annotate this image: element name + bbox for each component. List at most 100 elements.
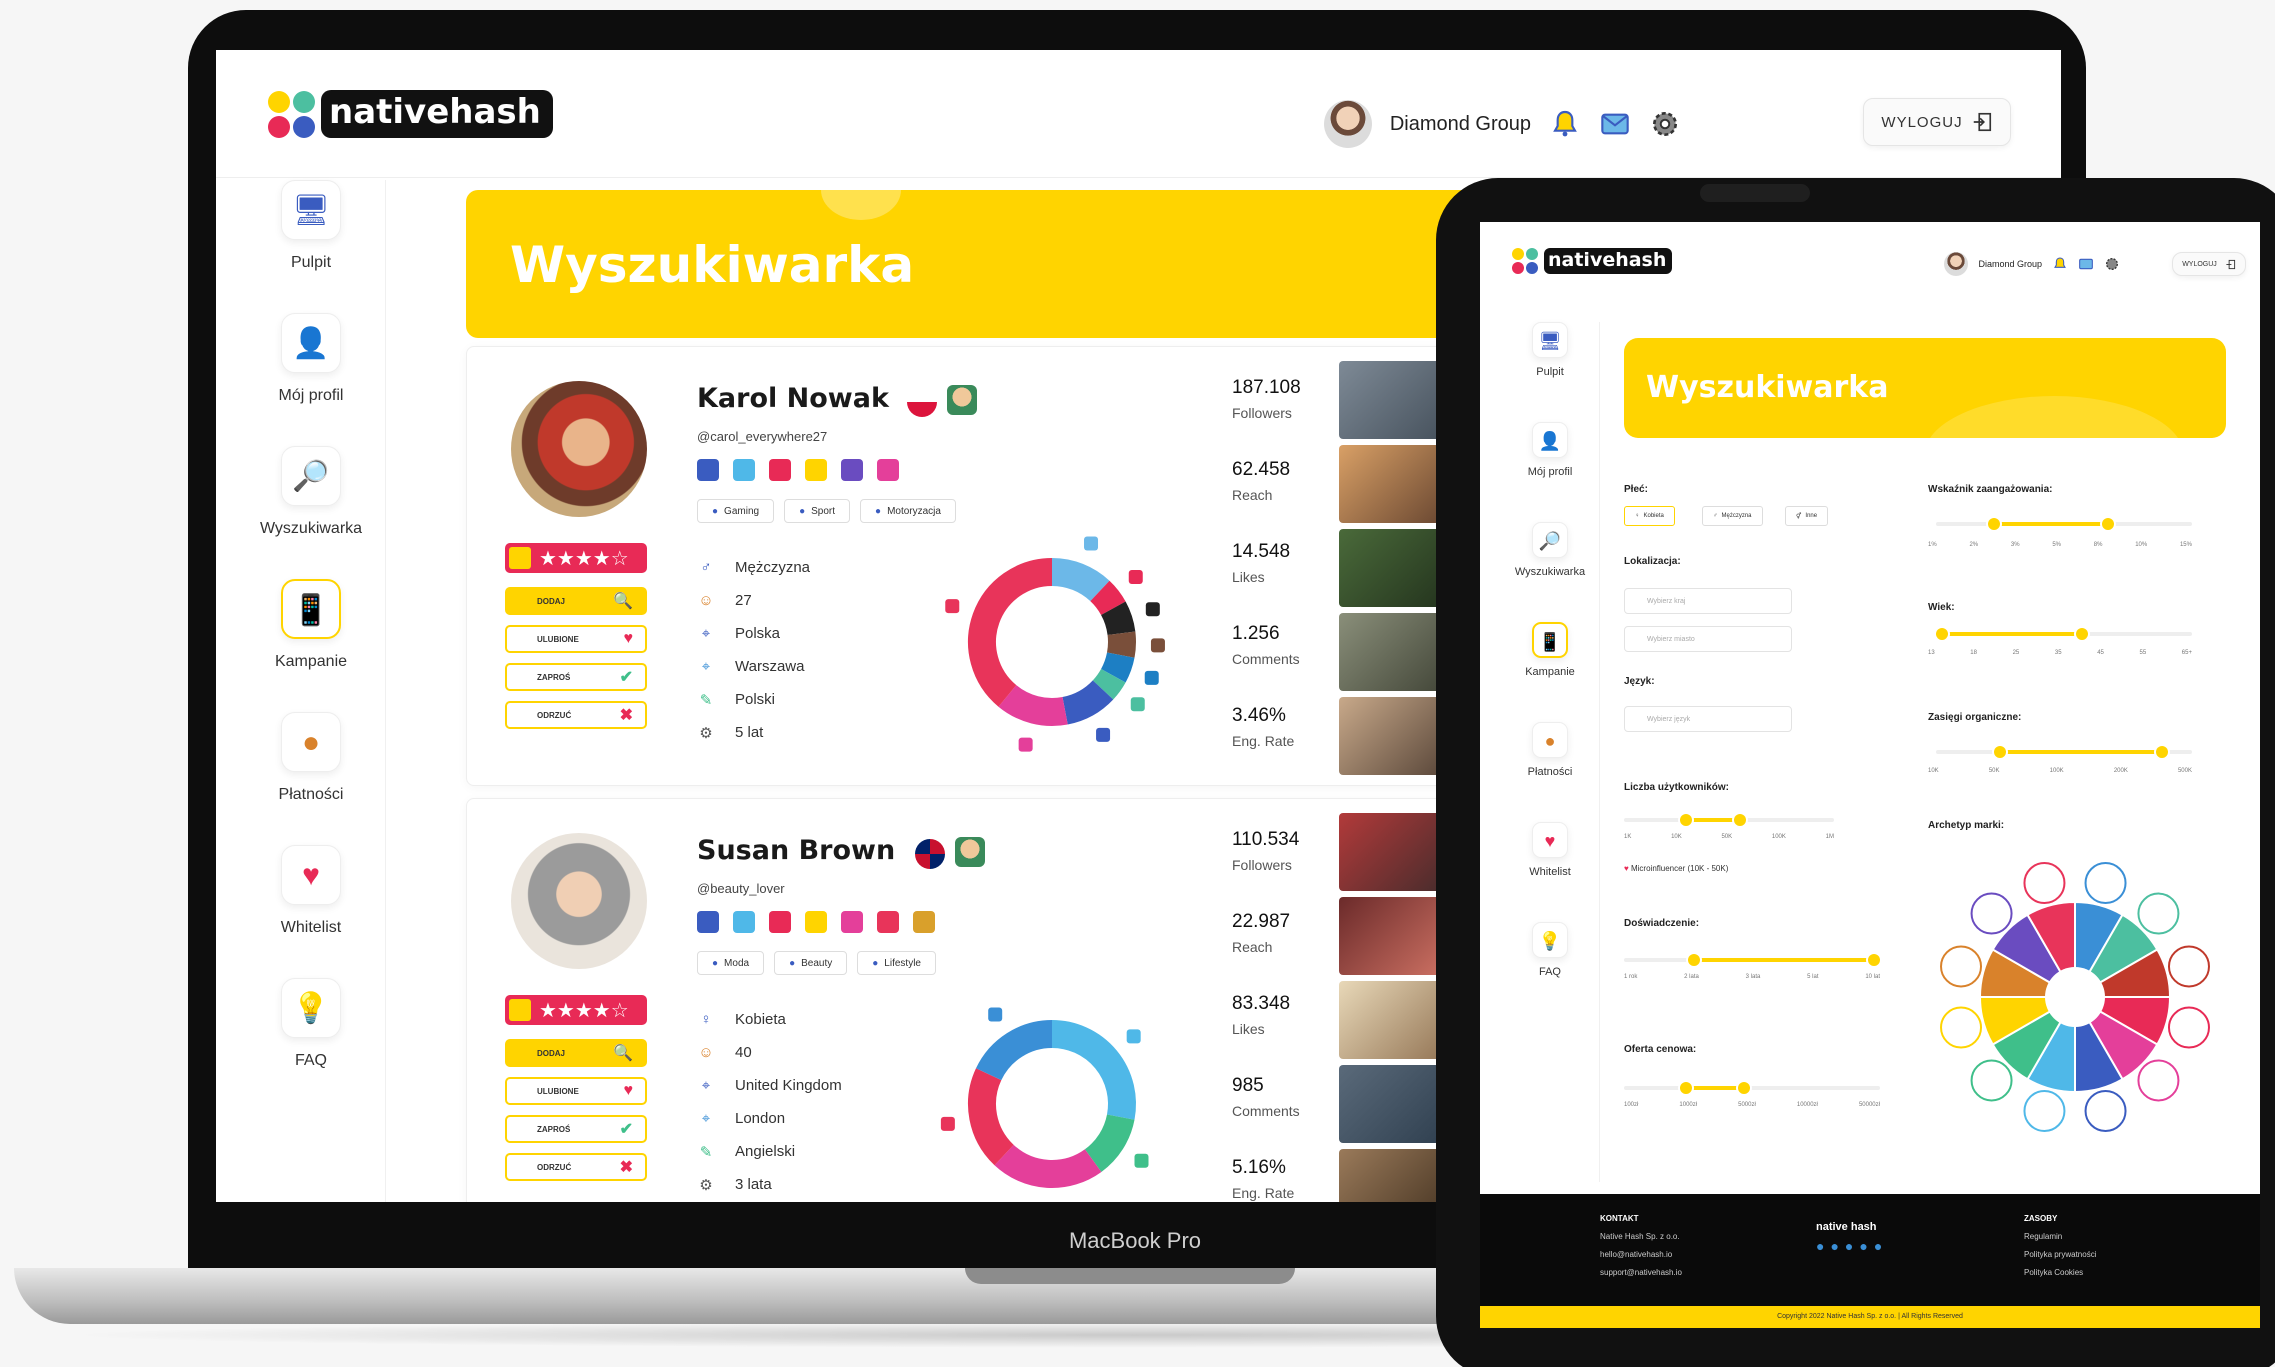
snapchat-icon[interactable] [805, 911, 827, 933]
archetype-avatar-icon[interactable] [1970, 892, 2013, 935]
sidebar-item[interactable]: 🖥 Pulpit [236, 180, 386, 272]
pinterest-icon[interactable] [913, 911, 935, 933]
footer-support-link[interactable]: support@nativehash.io [1600, 1268, 1682, 1277]
sidebar-item[interactable]: 📱 Kampanie [1500, 622, 1600, 678]
bell-icon[interactable] [1549, 108, 1581, 140]
category-tag[interactable]: ● Lifestyle [857, 951, 936, 975]
archetype-avatar-icon[interactable] [1970, 1059, 2013, 1102]
slider-handle[interactable] [2102, 518, 2114, 530]
category-tag[interactable]: ● Moda [697, 951, 765, 975]
price-offer-slider[interactable] [1624, 1082, 1880, 1094]
archetype-avatar-icon[interactable] [1940, 1006, 1983, 1049]
footer-link[interactable]: Polityka Cookies [2024, 1268, 2083, 1277]
mail-icon[interactable] [1599, 108, 1631, 140]
sidebar-item[interactable]: 💡 FAQ [236, 978, 386, 1070]
archetype-avatar-icon[interactable] [2023, 862, 2066, 905]
archetype-avatar-icon[interactable] [2137, 1059, 2180, 1102]
youtube-icon[interactable] [769, 911, 791, 933]
avatar[interactable] [1323, 100, 1372, 148]
action-button[interactable]: ODRZUĆ ✖ [505, 701, 647, 729]
instagram-icon[interactable] [877, 911, 899, 933]
footer-link[interactable]: Regulamin [2024, 1232, 2062, 1241]
twitter-icon[interactable] [733, 911, 755, 933]
sidebar-item[interactable]: 🖥 Pulpit [1500, 322, 1600, 378]
gender-option[interactable]: ♀ Kobieta [1624, 506, 1675, 526]
language-select[interactable]: Wybierz język [1624, 706, 1792, 732]
archetype-avatar-icon[interactable] [2167, 945, 2210, 988]
city-select[interactable]: Wybierz miasto [1624, 626, 1792, 652]
username[interactable]: Diamond Group [1390, 113, 1531, 136]
archetype-avatar-icon[interactable] [2084, 1089, 2127, 1132]
sidebar-item[interactable]: 🔎 Wyszukiwarka [236, 446, 386, 538]
logout-button[interactable]: WYLOGUJ [2172, 252, 2246, 276]
gear-icon[interactable] [1649, 108, 1681, 140]
instagram-icon[interactable] [877, 459, 899, 481]
slider-handle[interactable] [2156, 746, 2168, 758]
slider-handle[interactable] [1734, 814, 1746, 826]
snapchat-icon[interactable] [805, 459, 827, 481]
action-button[interactable]: DODAJ 🔍 [505, 1039, 647, 1067]
action-button[interactable]: ZAPROŚ ✔ [505, 663, 647, 691]
mail-icon[interactable] [2078, 256, 2094, 272]
gear-icon[interactable] [2104, 256, 2120, 272]
profile-photo[interactable] [511, 381, 647, 517]
profile-photo[interactable] [511, 833, 647, 969]
sidebar-item[interactable]: ♥ Whitelist [236, 845, 386, 937]
sidebar-item[interactable]: ● Płatności [1500, 722, 1600, 778]
social-links-icons[interactable]: ●●●●● [1816, 1238, 1888, 1254]
brand-archetype-wheel[interactable] [1930, 852, 2220, 1142]
category-tag[interactable]: ● Beauty [774, 951, 848, 975]
gender-option[interactable]: ♂ Mężczyzna [1702, 506, 1763, 526]
youtube-icon[interactable] [769, 459, 791, 481]
slider-handle[interactable] [1994, 746, 2006, 758]
slider-handle[interactable] [1988, 518, 2000, 530]
archetype-avatar-icon[interactable] [2137, 892, 2180, 935]
engagement-slider[interactable] [1936, 518, 2192, 530]
facebook-icon[interactable] [697, 459, 719, 481]
profile-handle[interactable]: @carol_everywhere27 [697, 429, 827, 444]
facebook-icon[interactable] [697, 911, 719, 933]
action-button[interactable]: DODAJ 🔍 [505, 587, 647, 615]
sidebar-item[interactable]: 👤 Mój profil [1500, 422, 1600, 478]
category-tag[interactable]: ● Gaming [697, 499, 775, 523]
archetype-avatar-icon[interactable] [2023, 1089, 2066, 1132]
sidebar-item[interactable]: 🔎 Wyszukiwarka [1500, 522, 1600, 578]
profile-name[interactable]: Karol Nowak [697, 383, 889, 414]
experience-slider[interactable] [1624, 954, 1880, 966]
action-button[interactable]: ZAPROŚ ✔ [505, 1115, 647, 1143]
profile-name[interactable]: Susan Brown [697, 835, 895, 866]
sidebar-item[interactable]: 👤 Mój profil [236, 313, 386, 405]
avatar[interactable] [1944, 252, 1969, 276]
archetype-avatar-icon[interactable] [2167, 1006, 2210, 1049]
age-slider[interactable] [1936, 628, 2192, 640]
logout-button[interactable]: WYLOGUJ [1863, 98, 2011, 146]
sidebar-item[interactable]: ● Płatności [236, 712, 386, 804]
twitter-icon[interactable] [733, 459, 755, 481]
slider-handle[interactable] [2076, 628, 2088, 640]
slider-handle[interactable] [1688, 954, 1700, 966]
profile-handle[interactable]: @beauty_lover [697, 881, 785, 896]
action-button[interactable]: ULUBIONE ♥ [505, 625, 647, 653]
sidebar-item[interactable]: 📱 Kampanie [236, 579, 386, 671]
footer-email-link[interactable]: hello@nativehash.io [1600, 1250, 1672, 1259]
sidebar-item[interactable]: 💡 FAQ [1500, 922, 1600, 978]
slider-handle[interactable] [1868, 954, 1880, 966]
slider-handle[interactable] [1680, 814, 1692, 826]
country-select[interactable]: Wybierz kraj [1624, 588, 1792, 614]
twitch-icon[interactable] [841, 911, 863, 933]
category-tag[interactable]: ● Motoryzacja [860, 499, 956, 523]
username[interactable]: Diamond Group [1978, 259, 2042, 269]
sidebar-item[interactable]: ♥ Whitelist [1500, 822, 1600, 878]
archetype-avatar-icon[interactable] [1940, 945, 1983, 988]
users-count-slider[interactable] [1624, 814, 1834, 826]
archetype-avatar-icon[interactable] [2084, 862, 2127, 905]
twitch-icon[interactable] [841, 459, 863, 481]
slider-handle[interactable] [1738, 1082, 1750, 1094]
category-tag[interactable]: ● Sport [784, 499, 851, 523]
brand-logo[interactable]: nativehash [1512, 248, 1673, 274]
slider-handle[interactable] [1680, 1082, 1692, 1094]
brand-logo[interactable]: nativehash [268, 90, 553, 138]
action-button[interactable]: ULUBIONE ♥ [505, 1077, 647, 1105]
action-button[interactable]: ODRZUĆ ✖ [505, 1153, 647, 1181]
organic-reach-slider[interactable] [1936, 746, 2192, 758]
